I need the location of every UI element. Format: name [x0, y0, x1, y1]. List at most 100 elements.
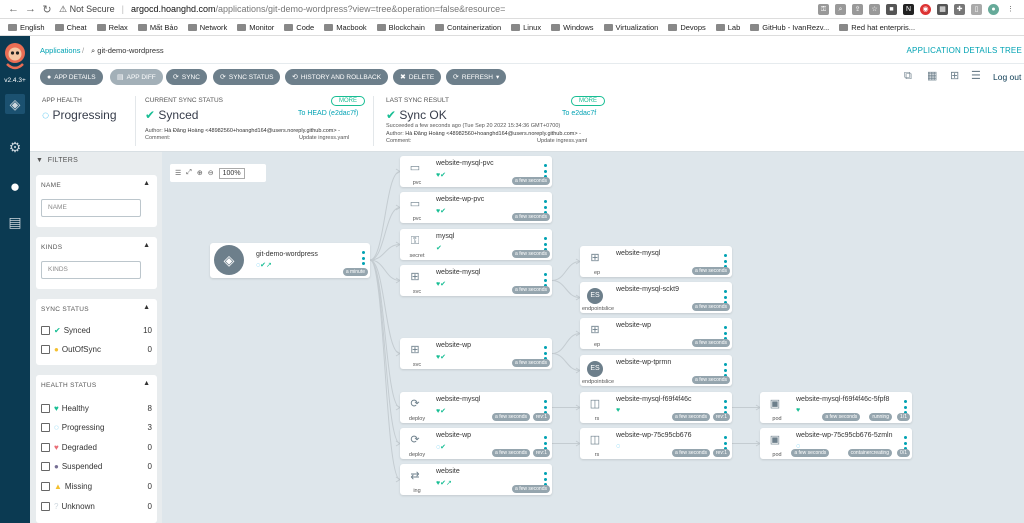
name-filter-input[interactable]: NAME [41, 199, 141, 217]
user-icon[interactable]: ● [5, 177, 25, 197]
resource-node-pod[interactable]: ▣ pod website-mysql-f69f4f46c-5fpf8 ♥ 1/1 run… [760, 392, 912, 423]
bookmark-item[interactable]: Cheat [54, 23, 87, 32]
resource-node-deploy[interactable]: ⟳ deploy website-mysql ♥✔ rev:1 a few seconds [400, 392, 552, 423]
zoom-in-icon[interactable]: ⊕ [197, 169, 203, 177]
sync-more-button[interactable]: MORE [331, 96, 365, 106]
node-menu[interactable] [544, 472, 547, 486]
checkbox[interactable] [41, 403, 50, 413]
resource-node-pod[interactable]: ▣ pod website-wp-75c95cb676-5zmln ◌ 0/1 conta… [760, 428, 912, 459]
refresh-button[interactable]: ⟳ REFRESH ▾ [446, 69, 507, 85]
resource-node-ing[interactable]: ⇄ ing website ♥✔↗ a few seconds [400, 464, 552, 495]
node-menu[interactable] [544, 273, 547, 287]
bookmark-item[interactable]: Lab [715, 23, 740, 32]
resource-node-endpointslice[interactable]: ES endpointslice website-mysql-sckt9 a few … [580, 282, 732, 313]
app-diff-button[interactable]: ▤ APP DIFF [110, 69, 163, 85]
node-menu[interactable] [544, 200, 547, 214]
bookmark-star-icon[interactable]: ☆ [869, 4, 880, 15]
fit-icon[interactable]: ⤢ [186, 169, 192, 177]
resource-node-rs[interactable]: ◫ rs website-wp-75c95cb676 ◌ rev:1 a few seco… [580, 428, 732, 459]
bookmark-item[interactable]: Linux [511, 23, 541, 32]
bookmark-item[interactable]: Macbook [324, 23, 367, 32]
node-menu[interactable] [544, 164, 547, 178]
checkbox[interactable] [41, 422, 50, 432]
network-view-icon[interactable]: ⊞ [950, 70, 964, 82]
kinds-filter-input[interactable]: KINDS [41, 261, 141, 279]
caret-up-icon[interactable]: ▲ [143, 380, 150, 387]
delete-button[interactable]: ✖ DELETE [393, 69, 442, 85]
bookmark-item[interactable]: Mất Bảo [137, 23, 178, 32]
breadcrumb-applications[interactable]: Applications [40, 46, 80, 55]
filter-unknown[interactable]: ? Unknown 0 [41, 500, 152, 512]
resource-node-ep[interactable]: ⊞ ep website-mysql a few seconds [580, 246, 732, 277]
bookmark-item[interactable]: Relax [96, 23, 128, 32]
history-rollback-button[interactable]: ⟲ HISTORY AND ROLLBACK [285, 69, 389, 85]
resource-node-deploy[interactable]: ⟳ deploy website-wp ◌✔ rev:1 a few seconds [400, 428, 552, 459]
node-menu[interactable] [724, 254, 727, 268]
share-icon[interactable]: ⇪ [852, 4, 863, 15]
resource-node-endpointslice[interactable]: ES endpointslice website-wp-tprmn a few sec… [580, 355, 732, 386]
resource-node-pvc[interactable]: ▭ pvc website-mysql-pvc ♥✔ a few seconds [400, 156, 552, 187]
sync-revision-link[interactable]: To HEAD (e2dac7f) [298, 110, 358, 117]
menu-icon[interactable]: ⋮ [1005, 4, 1016, 15]
grid-extension-icon[interactable]: ▦ [937, 4, 948, 15]
app-node[interactable]: ◈ git-demo-wordpress ◌✔↗ a minute [210, 243, 370, 278]
sync-button[interactable]: ⟳ SYNC [166, 69, 207, 85]
caret-up-icon[interactable]: ▲ [143, 180, 150, 187]
resource-node-svc[interactable]: ⊞ svc website-mysql ♥✔ a few seconds [400, 265, 552, 296]
filter-missing[interactable]: ▲ Missing 0 [41, 480, 152, 492]
back-arrow-icon[interactable]: ← [8, 3, 19, 15]
filter-degraded[interactable]: ♥ Degraded 0 [41, 441, 152, 453]
forward-arrow-icon[interactable]: → [25, 3, 36, 15]
bookmark-item[interactable]: Blockchain [376, 23, 425, 32]
node-menu[interactable] [544, 400, 547, 414]
logout-link[interactable]: Log out [993, 72, 1021, 82]
reload-icon[interactable]: ↻ [42, 3, 52, 16]
filter-suspended[interactable]: ● Suspended 0 [41, 460, 152, 472]
filter-progressing[interactable]: ◌ Progressing 3 [41, 421, 152, 433]
key-icon[interactable]: ⚿ [818, 4, 829, 15]
resource-node-secret[interactable]: ⚿ secret mysql ✔ a few seconds [400, 229, 552, 260]
security-warning[interactable]: ⚠ Not Secure [59, 4, 115, 15]
extension-icon[interactable]: ■ [886, 4, 897, 15]
resource-node-pvc[interactable]: ▭ pvc website-wp-pvc ♥✔ a few seconds [400, 192, 552, 223]
filter-synced[interactable]: ✔ Synced 10 [41, 324, 152, 336]
checkbox[interactable] [41, 461, 50, 471]
last-sync-more-button[interactable]: MORE [571, 96, 605, 106]
sync-status-button[interactable]: ⟳ SYNC STATUS [213, 69, 281, 85]
applications-icon[interactable]: ◈ [5, 94, 25, 114]
adblock-icon[interactable]: ◉ [920, 4, 931, 15]
url-field[interactable]: argocd.hoanghd.com/applications/git-demo… [131, 4, 505, 14]
node-menu[interactable] [724, 436, 727, 450]
node-menu[interactable] [544, 237, 547, 251]
filter-outofsync[interactable]: ● OutOfSync 0 [41, 343, 152, 355]
external-link-icon[interactable]: ↗ [446, 480, 452, 487]
bookmark-item[interactable]: Monitor [237, 23, 274, 32]
node-menu[interactable] [724, 363, 727, 377]
bookmark-item[interactable]: Network [187, 23, 227, 32]
bookmark-item[interactable]: Devops [668, 23, 706, 32]
bookmark-item[interactable]: Windows [551, 23, 594, 32]
bookmark-item[interactable]: English [8, 23, 45, 32]
node-menu[interactable] [724, 290, 727, 304]
node-menu[interactable] [544, 436, 547, 450]
checkbox[interactable] [41, 442, 50, 452]
bookmark-item[interactable]: Red hat enterpris... [839, 23, 915, 32]
zoom-icon[interactable]: ⌕ [835, 4, 846, 15]
node-menu[interactable] [544, 346, 547, 360]
external-link-icon[interactable]: ↗ [266, 262, 272, 269]
bookmark-item[interactable]: Code [284, 23, 314, 32]
node-menu[interactable] [904, 436, 907, 450]
resource-node-ep[interactable]: ⊞ ep website-wp a few seconds [580, 318, 732, 349]
bookmark-item[interactable]: GitHub - IvanRezv... [750, 23, 829, 32]
app-node-menu[interactable] [362, 251, 365, 265]
docs-icon[interactable]: ▤ [5, 212, 25, 232]
argo-logo-icon[interactable] [3, 40, 27, 74]
resource-node-svc[interactable]: ⊞ svc website-wp ♥✔ a few seconds [400, 338, 552, 369]
tree-view-icon[interactable]: ⧉ [904, 70, 918, 82]
profile-avatar[interactable]: ● [988, 4, 999, 15]
puzzle-icon[interactable]: ✚ [954, 4, 965, 15]
caret-up-icon[interactable]: ▲ [143, 304, 150, 311]
bookmark-item[interactable]: Virtualization [603, 23, 658, 32]
checkbox[interactable] [41, 481, 50, 491]
notion-icon[interactable]: N [903, 4, 914, 15]
